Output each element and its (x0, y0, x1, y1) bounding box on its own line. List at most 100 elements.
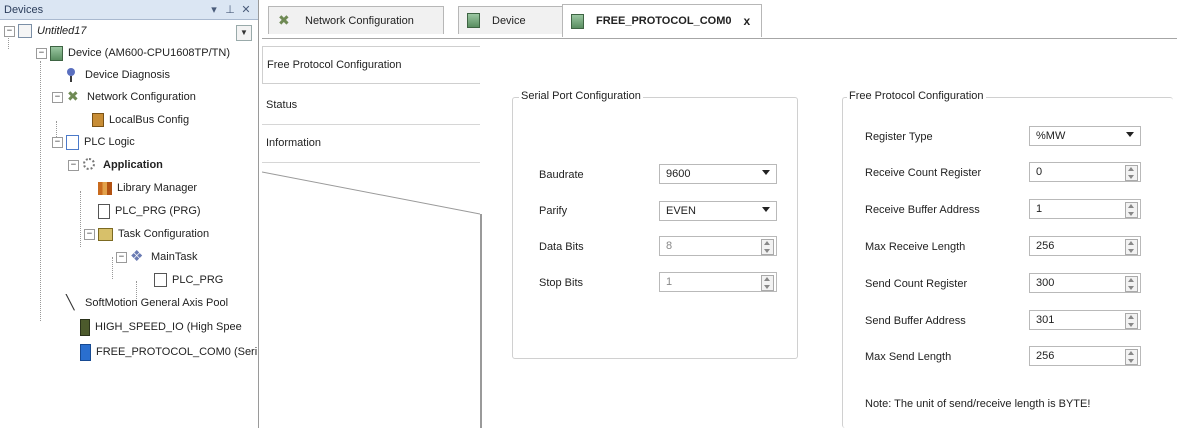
tree-item-label: Application (103, 159, 163, 171)
tree-item-plc-logic[interactable]: − PLC Logic (52, 132, 135, 152)
tab-device[interactable]: Device (458, 6, 566, 34)
side-tab-label: Free Protocol Configuration (267, 59, 402, 71)
tree-item-application[interactable]: − Application (68, 155, 163, 175)
tree-item-device-diagnosis[interactable]: Device Diagnosis (64, 65, 170, 85)
expand-toggle[interactable]: − (4, 25, 15, 37)
close-icon[interactable]: ✕ (238, 3, 254, 16)
tree-item-label: Untitled17 (37, 25, 87, 37)
expand-toggle[interactable]: − (84, 228, 95, 240)
spin-arrows-icon[interactable] (761, 275, 774, 291)
select-value: 9600 (666, 168, 691, 180)
spin-arrows-icon[interactable] (1125, 276, 1138, 292)
side-tab-information[interactable]: Information (262, 126, 480, 160)
tree-item-label: MainTask (151, 251, 198, 263)
tab-network-configuration[interactable]: Network Configuration (268, 6, 444, 34)
spin-arrows-icon[interactable] (1125, 313, 1138, 329)
select-value: EVEN (666, 205, 696, 217)
tree-item-maintask[interactable]: − MainTask (116, 247, 197, 267)
stepper-value: 256 (1036, 350, 1055, 362)
divider (262, 124, 480, 125)
spin-arrows-icon[interactable] (1125, 239, 1138, 255)
group-title: Free Protocol Configuration (847, 90, 986, 102)
tree-item-label: SoftMotion General Axis Pool (85, 297, 229, 309)
send-buffer-address-label: Send Buffer Address (865, 315, 966, 327)
tree-item-project[interactable]: − Untitled17 (4, 21, 87, 41)
length-unit-note: Note: The unit of send/receive length is… (865, 398, 1091, 410)
register-type-select[interactable]: %MW (1029, 126, 1141, 146)
spin-arrows-icon[interactable] (761, 239, 774, 255)
editor-area: Network Configuration Device FREE_PROTOC… (262, 0, 1177, 428)
tree-item-localbus-config[interactable]: LocalBus Config (92, 110, 189, 130)
localbus-icon (92, 113, 104, 127)
stop-bits-stepper[interactable]: 1 (659, 272, 777, 292)
receive-buffer-address-label: Receive Buffer Address (865, 204, 980, 216)
tree-item-label: PLC Logic (84, 136, 135, 148)
device-icon (571, 13, 584, 29)
program-call-icon (154, 273, 167, 287)
divider (480, 214, 482, 428)
tree-item-device[interactable]: − Device (AM600-CPU1608TP/TN) (36, 43, 230, 63)
data-bits-stepper[interactable]: 8 (659, 236, 777, 256)
task-config-icon (98, 227, 113, 241)
expand-toggle[interactable]: − (52, 136, 63, 148)
diagnosis-icon (64, 67, 80, 83)
devices-panel-header: Devices ▾ ⊥ ✕ (0, 0, 258, 20)
tree-item-plc-prg-call[interactable]: PLC_PRG (154, 270, 223, 290)
side-tab-label: Status (266, 99, 298, 111)
panel-dropdown-icon[interactable]: ▾ (206, 3, 222, 16)
expand-toggle[interactable]: − (52, 91, 63, 103)
max-send-length-stepper[interactable]: 256 (1029, 346, 1141, 366)
baudrate-select[interactable]: 9600 (659, 164, 777, 184)
stepper-value: 300 (1036, 277, 1055, 289)
max-receive-length-label: Max Receive Length (865, 241, 966, 253)
tree-item-plc-prg[interactable]: PLC_PRG (PRG) (98, 201, 201, 221)
send-count-register-label: Send Count Register (865, 278, 968, 290)
tree-scroll-button[interactable]: ▼ (236, 25, 252, 41)
baudrate-label: Baudrate (539, 169, 584, 181)
side-tab-label: Information (266, 137, 322, 149)
parity-select[interactable]: EVEN (659, 201, 777, 221)
spin-arrows-icon[interactable] (1125, 165, 1138, 181)
send-buffer-address-stepper[interactable]: 301 (1029, 310, 1141, 330)
side-tab-free-protocol-configuration[interactable]: Free Protocol Configuration (262, 46, 480, 84)
tab-free-protocol-com0[interactable]: FREE_PROTOCOL_COM0 x (562, 4, 762, 37)
tree-item-label: Library Manager (117, 182, 198, 194)
send-count-register-stepper[interactable]: 300 (1029, 273, 1141, 293)
device-icon (50, 45, 63, 61)
select-value: %MW (1036, 130, 1066, 142)
application-icon (82, 157, 98, 173)
spin-arrows-icon[interactable] (1125, 202, 1138, 218)
chevron-down-icon (1126, 132, 1134, 137)
network-config-icon (277, 12, 293, 29)
tree-item-free-protocol-com0[interactable]: FREE_PROTOCOL_COM0 (Seri (80, 342, 257, 362)
stepper-value: 256 (1036, 240, 1055, 252)
close-tab-icon[interactable]: x (744, 14, 751, 28)
tree-item-softmotion-axis-pool[interactable]: SoftMotion General Axis Pool (64, 293, 228, 313)
tree-item-library-manager[interactable]: Library Manager (98, 178, 197, 198)
tree-item-label: Device Diagnosis (85, 69, 170, 81)
tab-label: Network Configuration (305, 14, 414, 27)
pin-icon[interactable]: ⊥ (222, 3, 238, 16)
tree-item-label: PLC_PRG (PRG) (115, 205, 201, 217)
chevron-down-icon (762, 207, 770, 212)
spin-arrows-icon[interactable] (1125, 349, 1138, 365)
devices-panel-title: Devices (4, 3, 44, 16)
expand-toggle[interactable]: − (36, 47, 47, 59)
parity-label: Parify (539, 205, 568, 217)
receive-count-register-stepper[interactable]: 0 (1029, 162, 1141, 182)
max-receive-length-stepper[interactable]: 256 (1029, 236, 1141, 256)
tree-item-label: LocalBus Config (109, 114, 190, 126)
free-protocol-group: Free Protocol Configuration Register Typ… (842, 90, 1173, 428)
expand-toggle[interactable]: − (116, 251, 127, 263)
side-tab-status[interactable]: Status (262, 88, 480, 122)
tree-item-high-speed-io[interactable]: HIGH_SPEED_IO (High Spee (80, 317, 242, 337)
receive-buffer-address-stepper[interactable]: 1 (1029, 199, 1141, 219)
high-speed-io-icon (80, 318, 90, 336)
expand-toggle[interactable]: − (68, 159, 79, 171)
tree-item-task-configuration[interactable]: − Task Configuration (84, 224, 209, 244)
tree-item-label: Task Configuration (118, 228, 210, 240)
project-icon (18, 24, 32, 38)
stepper-value: 1 (1036, 203, 1043, 215)
tree-item-network-configuration[interactable]: − Network Configuration (52, 87, 196, 107)
network-config-icon (66, 88, 82, 105)
